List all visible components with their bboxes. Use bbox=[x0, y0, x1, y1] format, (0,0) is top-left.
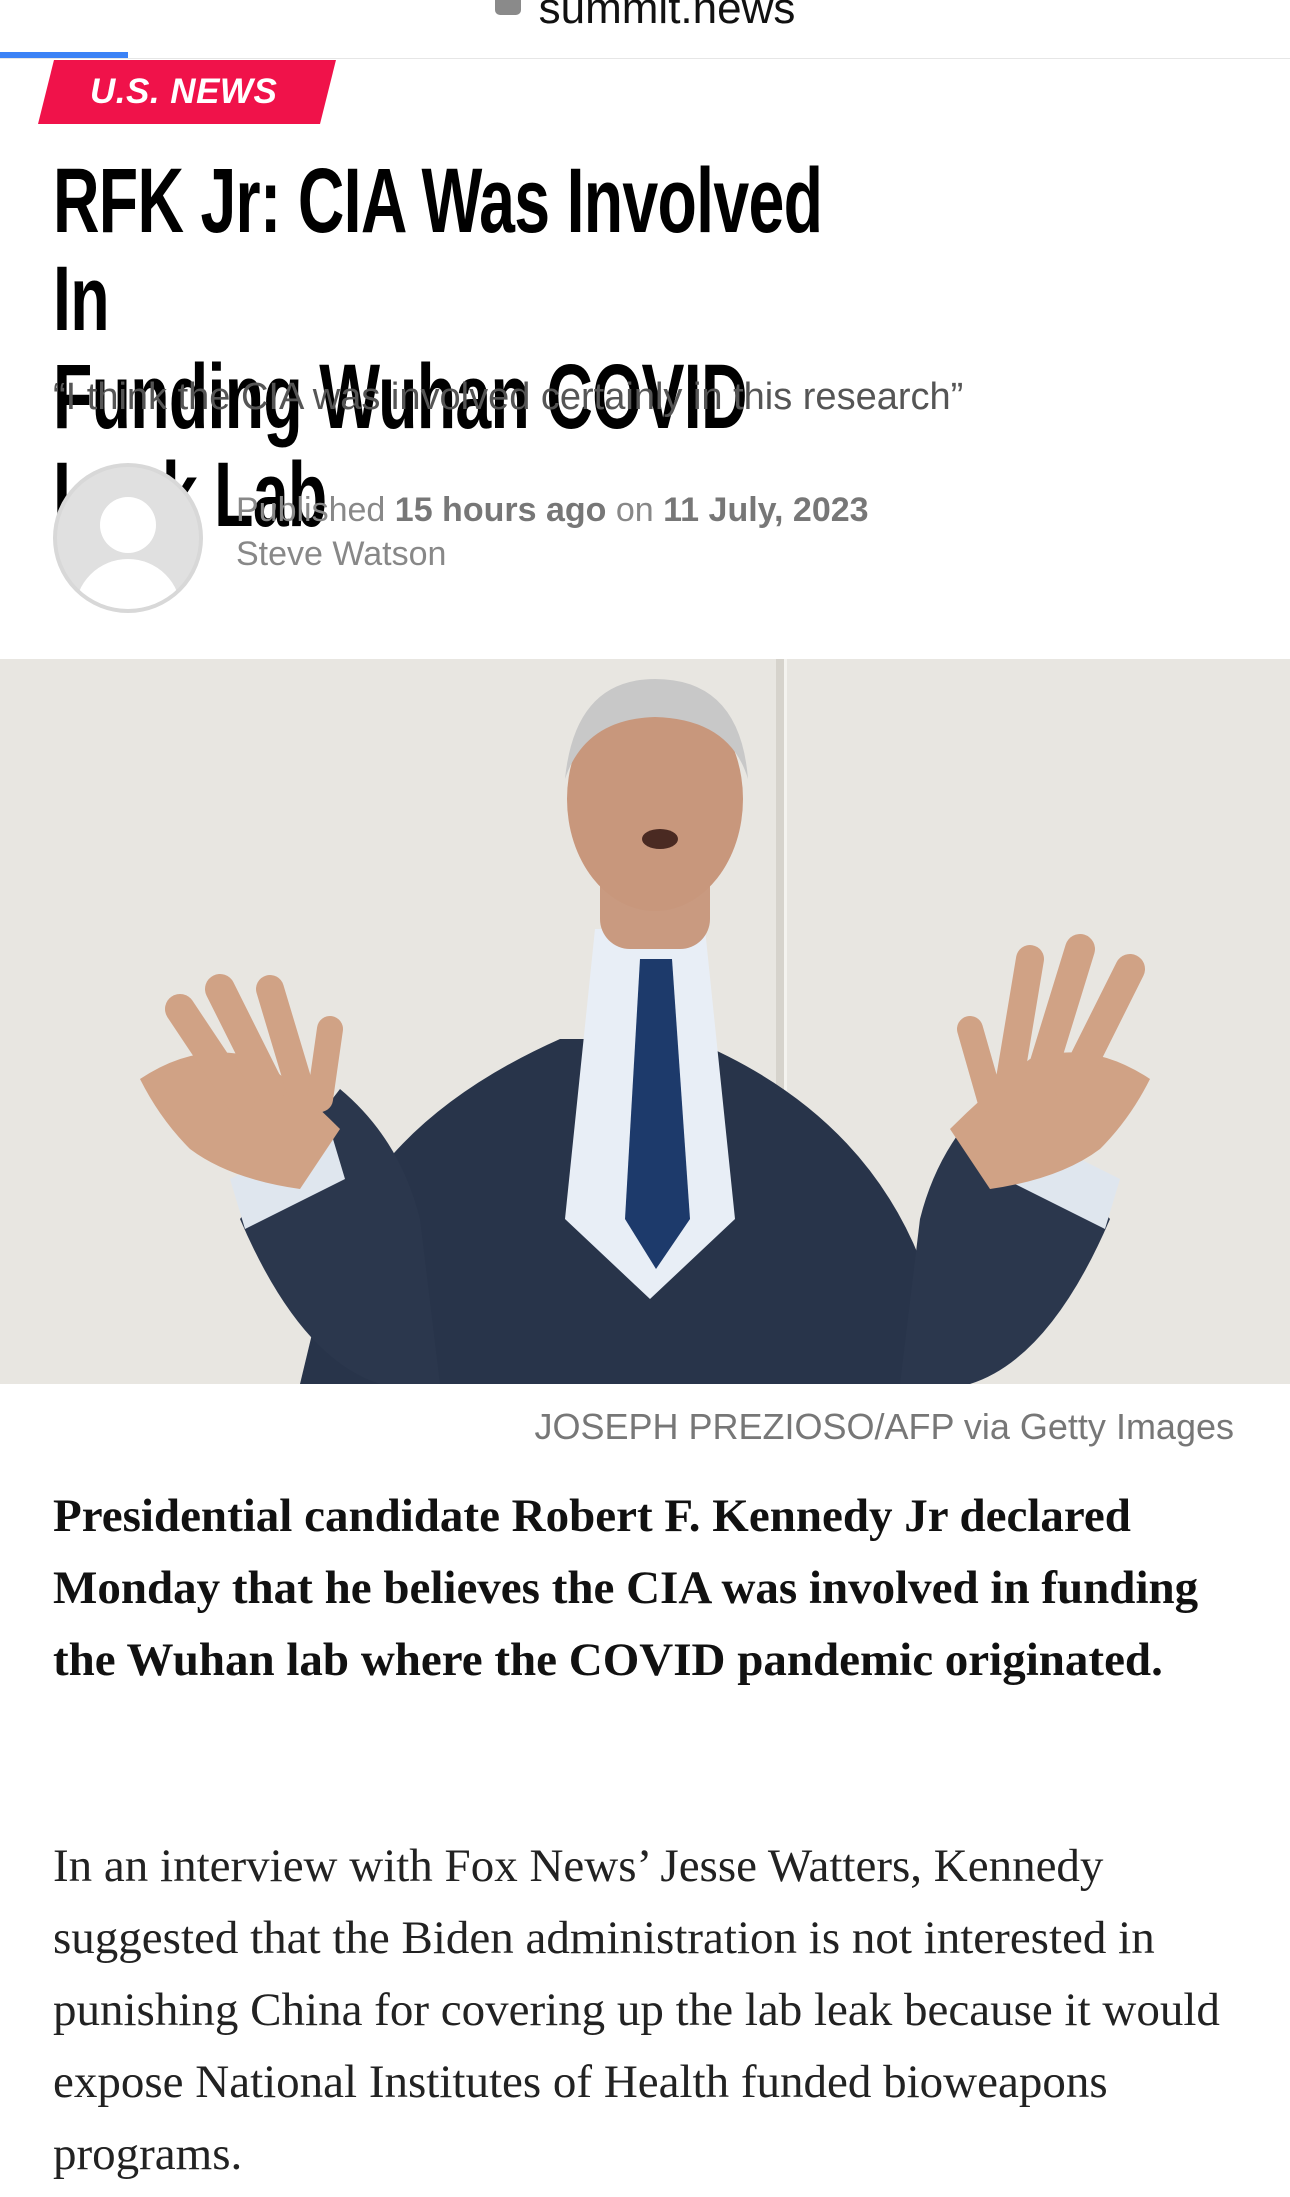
article-meta: Published 15 hours ago on 11 July, 2023 … bbox=[236, 488, 1236, 576]
author-avatar[interactable] bbox=[53, 463, 203, 613]
url-text: summit.news bbox=[538, 0, 796, 33]
hero-photo-illustration bbox=[0, 659, 1290, 1384]
published-date: 11 July, 2023 bbox=[663, 491, 869, 529]
published-line: Published 15 hours ago on 11 July, 2023 bbox=[236, 488, 1236, 532]
article-title-line-1: RFK Jr: CIA Was Involved In bbox=[53, 150, 823, 350]
article-lead: Presidential candidate Robert F. Kennedy… bbox=[53, 1490, 1199, 1686]
image-caption: JOSEPH PREZIOSO/AFP via Getty Images bbox=[534, 1406, 1234, 1447]
category-link[interactable]: U.S. NEWS bbox=[90, 72, 277, 112]
article-body-paragraph: In an interview with Fox News’ Jesse Wat… bbox=[53, 1840, 1220, 2180]
lock-icon bbox=[494, 0, 521, 15]
hero-image bbox=[0, 659, 1290, 1384]
address-display[interactable]: summit.news bbox=[0, 0, 1290, 34]
avatar-body-shape bbox=[75, 559, 181, 609]
avatar-head-shape bbox=[100, 497, 156, 553]
published-relative: 15 hours ago bbox=[394, 491, 607, 529]
author-name[interactable]: Steve Watson bbox=[236, 532, 1236, 576]
published-label: Published bbox=[236, 491, 386, 529]
published-on: on bbox=[615, 491, 654, 529]
browser-address-bar[interactable]: summit.news bbox=[0, 0, 1290, 59]
page-load-progress bbox=[0, 52, 128, 58]
article-subtitle: “I think the CIA was involved certainly … bbox=[53, 376, 964, 418]
